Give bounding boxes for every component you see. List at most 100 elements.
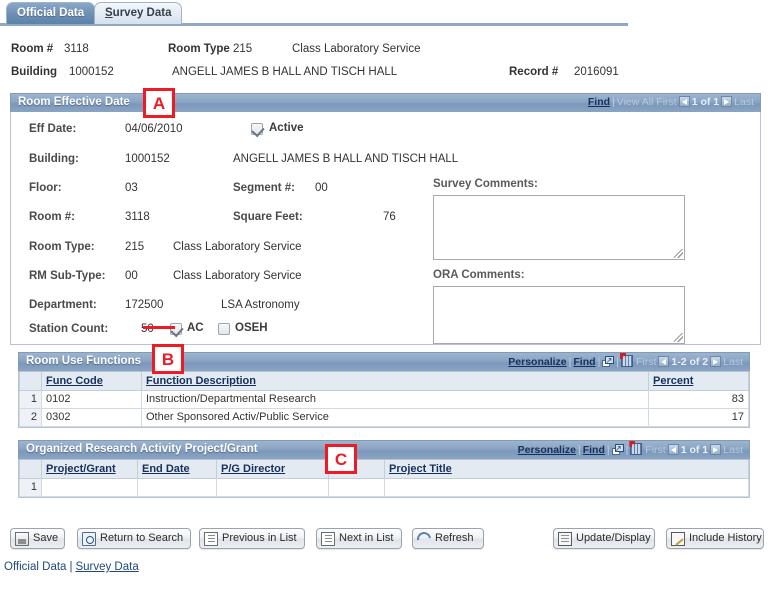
- footer-link-survey-data[interactable]: Survey Data: [75, 561, 138, 573]
- last-label[interactable]: Last: [723, 356, 743, 368]
- include-history-button-label: Include History: [689, 532, 762, 544]
- building-value[interactable]: 1000152: [125, 153, 170, 165]
- footer-links: Official Data | Survey Data: [4, 561, 139, 573]
- active-checkbox[interactable]: [251, 123, 263, 135]
- ac-checkbox[interactable]: [170, 323, 182, 335]
- pencil-icon: [671, 532, 685, 546]
- header-building-label: Building: [11, 66, 57, 78]
- personalize-link[interactable]: Personalize: [508, 356, 566, 368]
- find-link[interactable]: Find: [588, 96, 610, 108]
- square-feet-value[interactable]: 76: [383, 211, 396, 223]
- first-label[interactable]: First: [645, 444, 665, 456]
- table-row[interactable]: 2 0302 Other Sponsored Activ/Public Serv…: [19, 407, 749, 427]
- room-type-description: Class Laboratory Service: [173, 241, 302, 253]
- footer-link-official-data[interactable]: Official Data: [4, 561, 66, 573]
- cell-percent[interactable]: 83: [648, 389, 749, 409]
- table-header-row: Func Code Function Description Percent: [19, 372, 749, 391]
- room-effective-date-section-bar: Room Effective Date Find | View All First 1…: [10, 93, 761, 112]
- next-in-list-button[interactable]: Next in List: [316, 528, 402, 549]
- rm-sub-type-value[interactable]: 00: [125, 270, 138, 282]
- organized-research-grid: Project/Grant End Date P/G Director Proj…: [18, 459, 750, 498]
- previous-page-arrow-icon[interactable]: [667, 444, 679, 455]
- cell-function-description[interactable]: Other Sponsored Activ/Public Service: [141, 407, 649, 427]
- next-row-arrow-icon[interactable]: [721, 96, 733, 107]
- room-number-value[interactable]: 3118: [125, 211, 150, 223]
- cell-project-title[interactable]: [384, 477, 749, 497]
- next-in-list-button-label: Next in List: [339, 532, 394, 544]
- refresh-button[interactable]: Refresh: [412, 528, 484, 549]
- popup-window-icon[interactable]: ↗: [602, 356, 615, 367]
- end-date-header-link[interactable]: End Date: [142, 463, 190, 475]
- building-label: Building:: [29, 153, 79, 165]
- room-effective-date-nav: Find | View All First 1 of 1 Last: [587, 96, 754, 108]
- station-count-value[interactable]: 50: [141, 323, 154, 335]
- table-row[interactable]: 1 0102 Instruction/Departmental Research…: [19, 389, 749, 409]
- func-code-header-link[interactable]: Func Code: [46, 375, 103, 387]
- ora-comments-textarea[interactable]: [433, 286, 685, 344]
- cell-func-code[interactable]: 0102: [41, 389, 142, 409]
- percent-header-link[interactable]: Percent: [653, 375, 693, 387]
- tab-official-data[interactable]: Official Data: [6, 2, 96, 24]
- cell-func-code[interactable]: 0302: [41, 407, 142, 427]
- eff-date-value[interactable]: 04/06/2010: [125, 123, 183, 135]
- resize-grip-icon[interactable]: [674, 333, 683, 342]
- next-page-arrow-icon[interactable]: [710, 356, 722, 367]
- last-label[interactable]: Last: [734, 96, 754, 108]
- download-spreadsheet-icon[interactable]: [620, 353, 634, 367]
- include-history-button[interactable]: Include History: [666, 528, 764, 549]
- percent-header: Percent: [648, 372, 749, 391]
- project-grant-header-link[interactable]: Project/Grant: [46, 463, 116, 475]
- cell-pg-director[interactable]: [216, 477, 329, 497]
- table-row[interactable]: 1: [19, 477, 749, 497]
- save-button[interactable]: Save: [10, 528, 65, 549]
- cell-end-date[interactable]: [137, 477, 217, 497]
- update-display-button[interactable]: Update/Display: [553, 528, 655, 549]
- floor-value[interactable]: 03: [125, 182, 138, 194]
- next-list-icon: [321, 532, 335, 546]
- project-title-header-link[interactable]: Project Title: [389, 463, 452, 475]
- tab-survey-data-accel: S: [105, 7, 113, 19]
- first-label[interactable]: First: [656, 96, 676, 108]
- update-display-button-label: Update/Display: [576, 532, 651, 544]
- previous-row-arrow-icon[interactable]: [678, 96, 690, 107]
- room-type-value[interactable]: 215: [125, 241, 144, 253]
- tab-survey-data[interactable]: Survey Data: [94, 2, 183, 24]
- department-label: Department:: [29, 299, 97, 311]
- oseh-checkbox[interactable]: [218, 323, 230, 335]
- previous-in-list-button[interactable]: Previous in List: [199, 528, 305, 549]
- header-room-value: 3118: [64, 43, 89, 55]
- header-room-type-label: Room Type: [168, 43, 230, 55]
- download-spreadsheet-icon[interactable]: [629, 441, 643, 455]
- survey-comments-textarea[interactable]: [433, 195, 685, 260]
- personalize-link[interactable]: Personalize: [518, 444, 576, 456]
- row-number: 1: [19, 389, 42, 409]
- rm-sub-type-label: RM Sub-Type:: [29, 270, 106, 282]
- return-to-search-button[interactable]: Return to Search: [77, 528, 191, 549]
- next-page-arrow-icon[interactable]: [710, 444, 722, 455]
- popup-window-icon[interactable]: ↗: [611, 444, 624, 455]
- find-link[interactable]: Find: [583, 444, 605, 456]
- segment-value[interactable]: 00: [315, 182, 328, 194]
- func-code-header: Func Code: [41, 372, 142, 391]
- previous-page-arrow-icon[interactable]: [658, 356, 670, 367]
- resize-grip-icon[interactable]: [674, 249, 683, 258]
- last-label[interactable]: Last: [723, 444, 743, 456]
- footer-link-separator: |: [69, 561, 73, 573]
- first-label[interactable]: First: [636, 356, 656, 368]
- active-label: Active: [269, 122, 304, 134]
- room-use-functions-nav: Personalize | Find | ↗ | First 1-2 of 2 Last: [508, 353, 743, 368]
- cell-spacer[interactable]: [328, 477, 385, 497]
- ac-label: AC: [187, 322, 204, 334]
- view-all-link[interactable]: View All: [617, 96, 654, 108]
- department-value[interactable]: 172500: [125, 299, 163, 311]
- end-date-header: End Date: [137, 460, 217, 479]
- row-counter: 1-2 of 2: [671, 356, 709, 368]
- function-description-header-link[interactable]: Function Description: [146, 375, 256, 387]
- find-link[interactable]: Find: [573, 356, 595, 368]
- cell-project-grant[interactable]: [41, 477, 138, 497]
- cell-percent[interactable]: 17: [648, 407, 749, 427]
- pg-director-header-link[interactable]: P/G Director: [221, 463, 285, 475]
- previous-list-icon: [204, 532, 218, 546]
- room-effective-date-title: Room Effective Date: [18, 96, 130, 108]
- cell-function-description[interactable]: Instruction/Departmental Research: [141, 389, 649, 409]
